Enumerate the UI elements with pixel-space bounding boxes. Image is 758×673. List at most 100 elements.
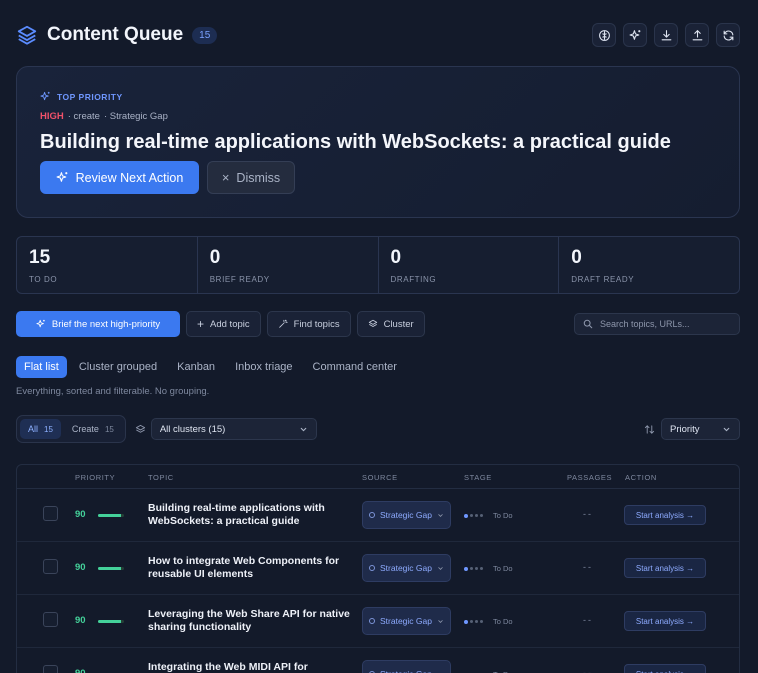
top-priority-label-row: TOP PRIORITY <box>40 91 123 102</box>
actions-bar: Brief the next high-priority + Add topic… <box>16 311 740 337</box>
row-checkbox[interactable] <box>43 506 58 521</box>
sort-icon <box>644 424 655 434</box>
filter-create-count: 15 <box>104 424 114 434</box>
view-description: Everything, sorted and filterable. No gr… <box>16 386 210 397</box>
stat-label: DRAFT READY <box>571 275 635 284</box>
layers-icon <box>135 424 145 433</box>
add-topic-label: Add topic <box>210 318 250 330</box>
sort-select[interactable]: Priority <box>661 418 740 440</box>
priority-level: HIGH <box>40 111 64 122</box>
search-icon <box>583 319 593 329</box>
table-row: 90 Building real-time applications with … <box>17 489 739 542</box>
filter-all[interactable]: All 15 <box>20 419 61 439</box>
refresh-button[interactable] <box>716 23 740 47</box>
passages-value: -- <box>583 509 593 519</box>
sort-select-value: Priority <box>670 423 700 435</box>
priority-bar-fill <box>98 620 122 623</box>
brain-button[interactable] <box>592 23 616 47</box>
type-filter: All 15 Create 15 <box>16 415 126 443</box>
tab-command-center[interactable]: Command center <box>305 356 405 378</box>
table-header: PRIORITY TOPIC SOURCE STAGE PASSAGES ACT… <box>17 465 739 489</box>
search-input[interactable] <box>600 319 730 329</box>
start-analysis-button[interactable]: Start analysis → <box>624 505 706 525</box>
dismiss-button[interactable]: × Dismiss <box>207 161 295 194</box>
priority-bar-fill <box>98 514 122 517</box>
column-header-stage[interactable]: STAGE <box>464 473 492 482</box>
source-label: Strategic Gap <box>379 669 433 673</box>
source-type: · Strategic Gap <box>103 111 168 122</box>
source-select[interactable]: Strategic Gap <box>362 501 451 529</box>
stage-label: To Do <box>493 511 513 520</box>
stage-dot <box>464 619 468 624</box>
top-priority-title: Building real-time applications with Web… <box>40 131 671 153</box>
topic-title[interactable]: How to integrate Web Components for reus… <box>148 555 353 581</box>
upload-button[interactable] <box>685 23 709 47</box>
passages-value: -- <box>583 562 593 572</box>
target-icon <box>369 618 375 624</box>
stage-dot <box>475 567 478 570</box>
source-select[interactable]: Strategic Gap <box>362 607 451 635</box>
cluster-button[interactable]: Cluster <box>356 311 425 337</box>
column-header-passages[interactable]: PASSAGES <box>567 473 612 482</box>
find-topics-button[interactable]: Find topics <box>266 311 351 337</box>
add-topic-button[interactable]: + Add topic <box>186 311 261 337</box>
column-header-topic[interactable]: TOPIC <box>148 473 174 482</box>
table-row: 90 Integrating the Web MIDI API for Stra… <box>17 648 739 673</box>
tab-flat-list[interactable]: Flat list <box>16 356 67 378</box>
chevron-down-icon <box>438 619 443 623</box>
source-select[interactable]: Strategic Gap <box>362 660 451 673</box>
close-icon: × <box>221 170 230 185</box>
stat-value: 0 <box>209 247 221 268</box>
tab-inbox-triage[interactable]: Inbox triage <box>227 356 300 378</box>
filter-create[interactable]: Create 15 <box>64 419 122 439</box>
start-analysis-button[interactable]: Start analysis → <box>624 611 706 631</box>
source-select[interactable]: Strategic Gap <box>362 554 451 582</box>
stat-value: 0 <box>390 247 402 268</box>
refresh-icon <box>723 30 733 40</box>
download-button[interactable] <box>654 23 678 47</box>
cluster-select[interactable]: All clusters (15) <box>150 418 317 440</box>
row-checkbox[interactable] <box>43 612 58 627</box>
stat-drafting: 0 DRAFTING <box>379 237 560 293</box>
topic-title[interactable]: Building real-time applications with Web… <box>148 502 353 528</box>
top-priority-meta: HIGH · create · Strategic Gap <box>40 111 168 122</box>
column-header-priority[interactable]: PRIORITY <box>75 473 115 482</box>
chevron-down-icon <box>723 427 730 431</box>
tab-kanban[interactable]: Kanban <box>169 356 223 378</box>
action-type: · create <box>67 111 100 122</box>
start-analysis-button[interactable]: Start analysis → <box>624 558 706 578</box>
search-box <box>574 313 740 335</box>
stage-indicator: To Do <box>464 564 513 573</box>
stats-bar: 15 TO DO 0 BRIEF READY 0 DRAFTING 0 DRAF… <box>16 236 740 294</box>
column-header-action[interactable]: ACTION <box>625 473 657 482</box>
cluster-select-value: All clusters (15) <box>159 423 226 435</box>
stage-dot <box>475 514 478 517</box>
topic-title[interactable]: Integrating the Web MIDI API for <box>148 661 353 673</box>
brief-next-button[interactable]: Brief the next high-priority <box>16 311 180 337</box>
page-title: Content Queue <box>47 24 184 45</box>
sparkles-button[interactable] <box>623 23 647 47</box>
review-next-action-button[interactable]: Review Next Action <box>40 161 199 194</box>
start-analysis-button[interactable]: Start analysis → <box>624 664 706 673</box>
topic-title[interactable]: Leveraging the Web Share API for native … <box>148 608 353 634</box>
row-checkbox[interactable] <box>43 665 58 673</box>
sparkles-icon <box>36 319 45 328</box>
priority-score: 90 <box>75 668 86 673</box>
find-topics-label: Find topics <box>293 318 340 330</box>
plus-icon: + <box>197 317 205 331</box>
stat-value: 0 <box>571 247 582 268</box>
priority-score: 90 <box>75 615 86 626</box>
table-body: 90 Building real-time applications with … <box>17 489 739 673</box>
stage-dot <box>480 514 483 517</box>
passages-value: -- <box>583 668 593 673</box>
column-header-source[interactable]: SOURCE <box>362 473 398 482</box>
sparkles-icon <box>629 29 640 40</box>
download-icon <box>661 29 671 40</box>
target-icon <box>369 512 375 518</box>
stage-indicator: To Do <box>464 617 513 626</box>
row-checkbox[interactable] <box>43 559 58 574</box>
queue-count-badge: 15 <box>192 26 218 44</box>
header: Content Queue 15 <box>16 20 740 50</box>
stage-label: To Do <box>493 564 513 573</box>
tab-cluster-grouped[interactable]: Cluster grouped <box>71 356 165 378</box>
